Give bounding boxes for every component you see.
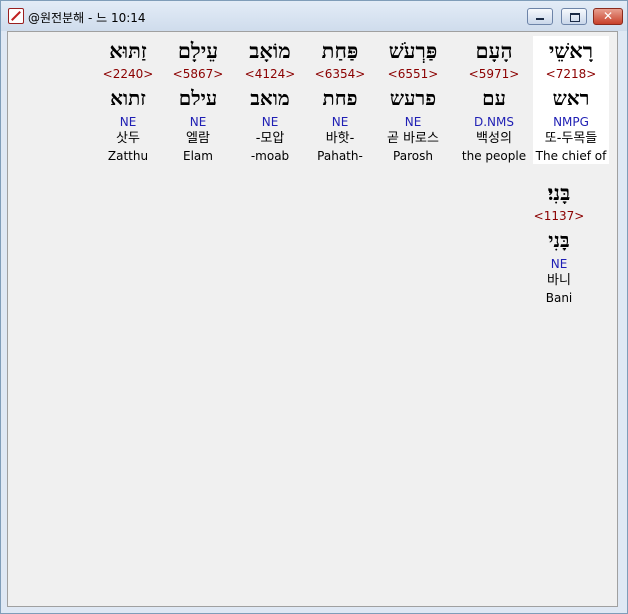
word-block[interactable]: פַּרְעֹשׁ <6551> פרעש NE 곧 바로스 Parosh — [375, 36, 451, 164]
english-gloss: Bani — [545, 291, 573, 305]
close-icon: ✕ — [602, 9, 614, 23]
morphology-code: NE — [189, 115, 207, 129]
korean-gloss: 바니 — [547, 273, 571, 288]
english-gloss: Pahath- — [317, 149, 363, 163]
strong-number[interactable]: <1137> — [521, 208, 597, 224]
hebrew-lexical-form: עילם — [178, 86, 218, 110]
hebrew-lexical-form: פרעש — [389, 86, 437, 110]
english-gloss: The chief of — [535, 149, 607, 163]
hebrew-pointed-word: בָּנִי׃ — [547, 180, 571, 205]
strong-number[interactable]: <5867> — [160, 66, 236, 82]
word-block[interactable]: מוֹאָב <4124> מואב NE -모압 -moab — [232, 36, 308, 164]
morphology-code: NE — [331, 115, 349, 129]
hebrew-lexical-form: עם — [482, 86, 506, 110]
morphology-code: NE — [550, 257, 568, 271]
hebrew-lexical-form: ראש — [552, 86, 590, 110]
hebrew-pointed-word: פַּרְעֹשׁ — [388, 38, 438, 63]
hebrew-lexical-form: בָּנִי — [548, 228, 570, 252]
maximize-button[interactable] — [561, 8, 587, 25]
english-gloss: the people — [461, 149, 527, 163]
app-window: @원전분해 - 느 10:14 ✕ רָאשֵׁי <7218> ראש NMP… — [0, 0, 628, 614]
strong-number[interactable]: <6551> — [375, 66, 451, 82]
korean-gloss: 엘람 — [186, 131, 210, 146]
word-block[interactable]: פַּחַת <6354> פחת NE 바핫- Pahath- — [302, 36, 378, 164]
app-icon[interactable] — [8, 8, 24, 24]
strong-number[interactable]: <2240> — [90, 66, 166, 82]
korean-gloss: 백성의 — [476, 131, 512, 146]
strong-number[interactable]: <6354> — [302, 66, 378, 82]
korean-gloss: 또-두목들 — [544, 131, 598, 146]
korean-gloss: 곧 바로스 — [387, 131, 439, 146]
morphology-code: NE — [404, 115, 422, 129]
word-block[interactable]: עֵילָם <5867> עילם NE 엘람 Elam — [160, 36, 236, 164]
hebrew-pointed-word: זַתּוּא — [109, 38, 147, 63]
hebrew-pointed-word: פַּחַת — [321, 38, 359, 63]
minimize-button[interactable] — [527, 8, 553, 25]
hebrew-pointed-word: רָאשֵׁי — [548, 38, 594, 63]
hebrew-lexical-form: זתוא — [110, 86, 146, 110]
hebrew-pointed-word: הָעָם — [475, 38, 513, 63]
hebrew-lexical-form: מואב — [250, 86, 290, 110]
korean-gloss: 바핫- — [325, 131, 355, 146]
interlinear-panel: רָאשֵׁי <7218> ראש NMPG 또-두목들 The chief … — [7, 31, 618, 607]
hebrew-pointed-word: עֵילָם — [177, 38, 219, 63]
title-bar[interactable]: @원전분해 - 느 10:14 ✕ — [1, 1, 627, 31]
hebrew-lexical-form: פחת — [322, 86, 358, 110]
english-gloss: Parosh — [393, 149, 433, 163]
word-block[interactable]: רָאשֵׁי <7218> ראש NMPG 또-두목들 The chief … — [533, 36, 609, 164]
word-block[interactable]: בָּנִי׃ <1137> בָּנִי NE 바니 Bani — [521, 178, 597, 306]
hebrew-pointed-word: מוֹאָב — [249, 38, 291, 63]
morphology-code: NMPG — [553, 115, 589, 129]
strong-number[interactable]: <5971> — [456, 66, 532, 82]
korean-gloss: -모압 — [255, 131, 285, 146]
english-gloss: Zatthu — [107, 149, 149, 163]
word-block[interactable]: הָעָם <5971> עם D.NMS 백성의 the people — [456, 36, 532, 164]
korean-gloss: 삿두 — [116, 131, 140, 146]
morphology-code: NE — [119, 115, 137, 129]
morphology-code: D.NMS — [473, 115, 514, 129]
strong-number[interactable]: <4124> — [232, 66, 308, 82]
window-title: @원전분해 - 느 10:14 — [28, 11, 146, 25]
strong-number[interactable]: <7218> — [533, 66, 609, 82]
english-gloss: Elam — [183, 149, 213, 163]
word-block[interactable]: זַתּוּא <2240> זתוא NE 삿두 Zatthu — [90, 36, 166, 164]
minimize-icon — [536, 18, 544, 20]
english-gloss: -moab — [250, 149, 290, 163]
maximize-icon — [570, 13, 580, 22]
close-button[interactable]: ✕ — [593, 8, 623, 25]
morphology-code: NE — [261, 115, 279, 129]
